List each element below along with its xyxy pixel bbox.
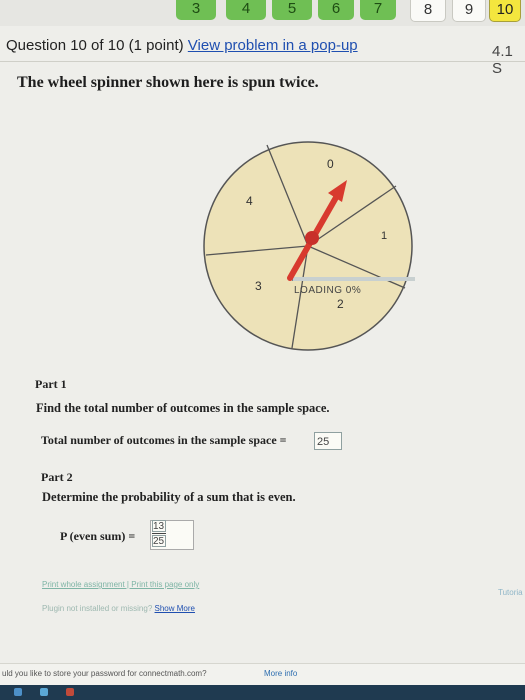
question-nav-item[interactable]: 3 <box>176 0 216 20</box>
password-save-text: uld you like to store your password for … <box>2 669 207 678</box>
more-info-link[interactable]: More info <box>264 669 297 678</box>
section-label: 3 <box>255 279 262 293</box>
taskbar-app-icon[interactable] <box>40 688 48 696</box>
taskbar <box>0 685 525 700</box>
question-nav-item[interactable]: 4 <box>226 0 266 20</box>
print-links[interactable]: Print whole assignment | Print this page… <box>42 580 199 589</box>
part2-heading: Part 2 <box>41 470 73 484</box>
section-label: 4 <box>246 194 253 208</box>
tutorial-link[interactable]: Tutoria <box>498 588 523 597</box>
part1-heading: Part 1 <box>35 377 67 391</box>
total-outcomes-label: Total number of outcomes in the sample s… <box>41 433 287 447</box>
fraction-denominator-input[interactable]: 25 <box>152 535 166 547</box>
header-divider <box>0 61 525 62</box>
show-more-link[interactable]: Show More <box>155 604 195 613</box>
fraction-bar <box>152 533 166 534</box>
plugin-notice: Plugin not installed or missing? Show Mo… <box>42 604 195 613</box>
question-nav-item[interactable]: 6 <box>318 0 354 20</box>
part2-question: Determine the probability of a sum that … <box>42 490 296 504</box>
section-label: 0 <box>327 157 334 171</box>
question-label: Question 10 of 10 (1 point) <box>6 37 184 54</box>
popup-link[interactable]: View problem in a pop-up <box>188 37 358 54</box>
section-label: 1 <box>381 230 387 242</box>
loading-label: LOADING 0% <box>294 285 362 296</box>
total-outcomes-input[interactable]: 25 <box>314 432 342 450</box>
question-nav-item[interactable]: 5 <box>272 0 312 20</box>
wheel-spinner: 0 1 2 3 4 <box>203 141 415 351</box>
needle-hub <box>305 231 319 245</box>
taskbar-app-icon[interactable] <box>14 688 22 696</box>
question-nav-item[interactable]: 7 <box>360 0 396 20</box>
question-nav-item[interactable]: 9 <box>452 0 486 22</box>
question-nav-strip: 3 4 5 6 7 8 9 10 <box>0 0 525 26</box>
score-fragment: 4.1 S <box>492 43 513 77</box>
question-header: Question 10 of 10 (1 point) View problem… <box>6 37 358 54</box>
question-text: The wheel spinner shown here is spun twi… <box>17 74 319 91</box>
fraction-numerator-input[interactable]: 13 <box>152 520 166 532</box>
probability-label: P (even sum) = <box>60 529 136 543</box>
taskbar-app-icon[interactable] <box>66 688 74 696</box>
part1-question: Find the total number of outcomes in the… <box>36 401 330 415</box>
loading-bar <box>292 277 415 281</box>
question-nav-item-current[interactable]: 10 <box>489 0 521 22</box>
question-nav-item[interactable]: 8 <box>410 0 446 22</box>
plugin-text: Plugin not installed or missing? <box>42 604 153 613</box>
section-label: 2 <box>337 297 344 311</box>
